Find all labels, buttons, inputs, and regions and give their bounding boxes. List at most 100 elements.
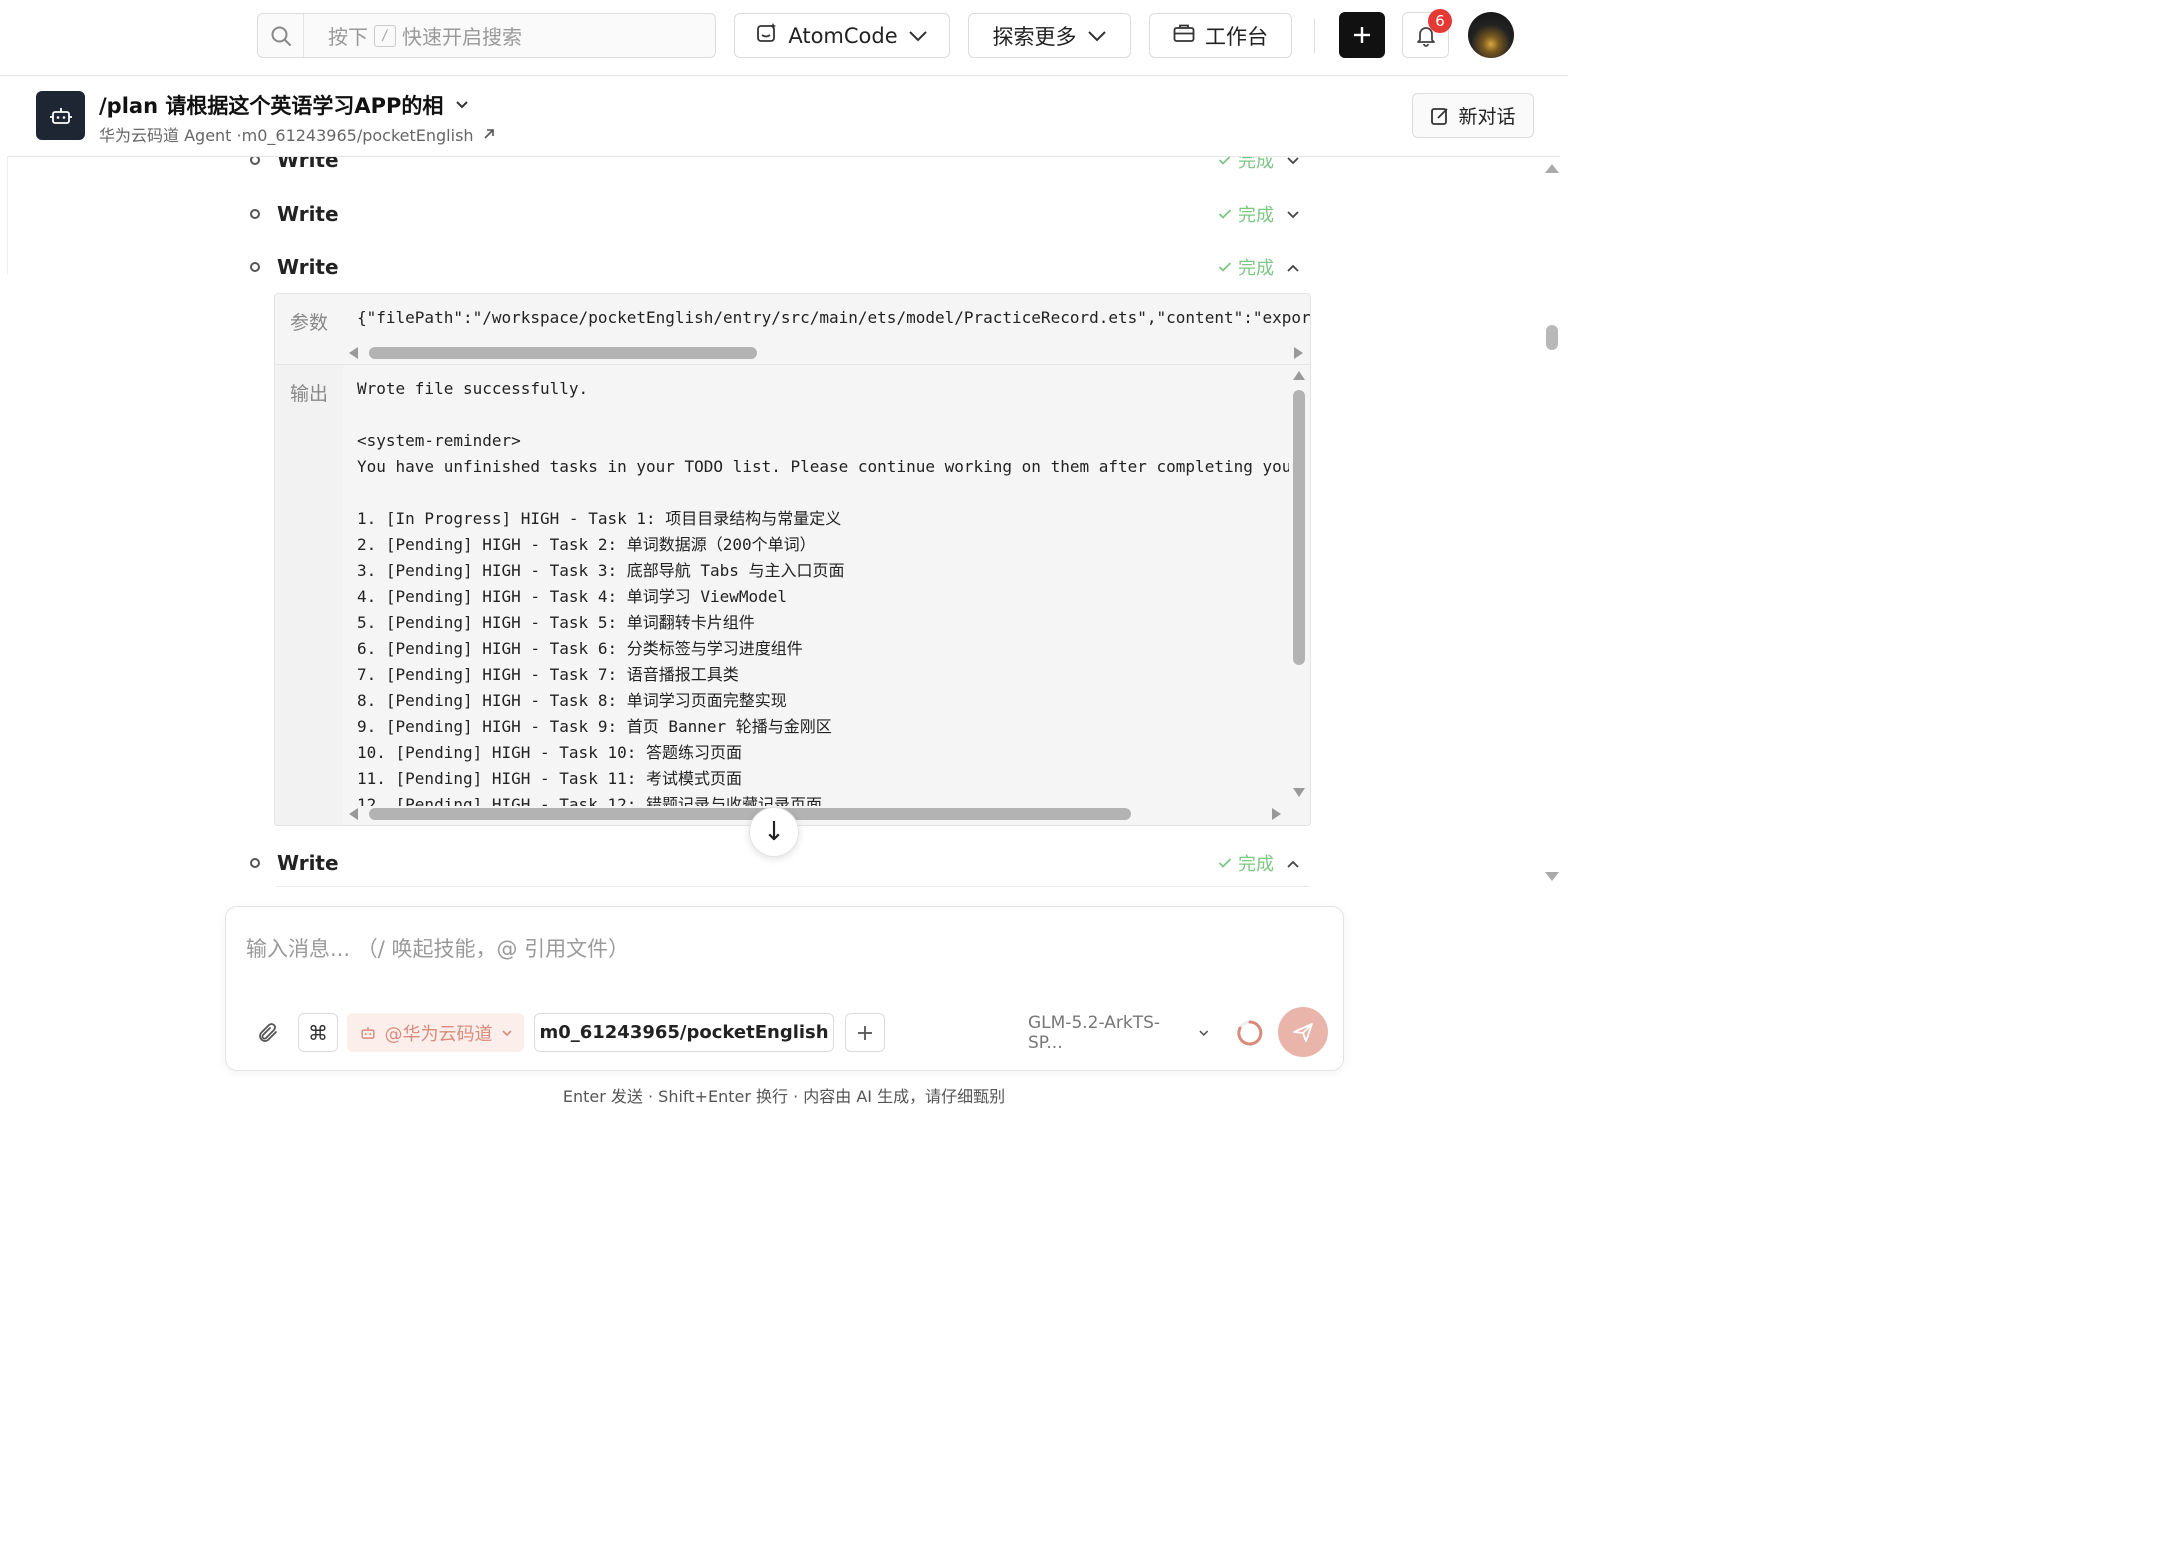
output-line: 5. [Pending] HIGH - Task 5: 单词翻转卡片组件 xyxy=(357,613,755,632)
step-status: 完成 xyxy=(1218,201,1274,227)
output-line: Wrote file successfully. xyxy=(357,379,589,398)
step-status-label: 完成 xyxy=(1238,258,1274,279)
scroll-right-arrow[interactable] xyxy=(1294,347,1303,359)
plus-icon xyxy=(858,1025,872,1040)
atomcode-dropdown[interactable]: AtomCode xyxy=(734,13,950,58)
robot-icon xyxy=(36,91,85,140)
search-placeholder-suffix: 快速开启搜索 xyxy=(402,25,522,49)
output-vertical-scrollbar[interactable] xyxy=(1293,390,1305,665)
chevron-down-icon xyxy=(501,1029,512,1036)
workbench-label: 工作台 xyxy=(1205,24,1268,49)
conversation-subtitle[interactable]: 华为云码道 Agent ·m0_61243965/pocketEnglish xyxy=(99,122,496,146)
user-avatar[interactable] xyxy=(1468,12,1514,58)
params-value: {"filePath":"/workspace/pocketEnglish/en… xyxy=(357,308,1311,327)
tool-step[interactable]: Write 完成 xyxy=(250,247,1310,287)
model-selector[interactable]: GLM-5.2-ArkTS-SP... xyxy=(1028,1012,1210,1053)
conversation-title[interactable]: /plan 请根据这个英语学习APP的相 xyxy=(99,90,469,120)
send-icon xyxy=(1293,1023,1313,1042)
conversation-header: /plan 请根据这个英语学习APP的相 华为云码道 Agent ·m0_612… xyxy=(7,77,1560,157)
search-placeholder: 按下 / 快速开启搜索 xyxy=(328,21,522,50)
check-icon xyxy=(1218,209,1232,219)
tool-step[interactable]: Write 完成 xyxy=(250,157,1310,180)
chevron-up-icon[interactable] xyxy=(1286,258,1300,277)
add-context-button[interactable] xyxy=(845,1013,885,1052)
scroll-left-arrow[interactable] xyxy=(349,808,358,820)
model-label: GLM-5.2-ArkTS-SP... xyxy=(1028,1012,1161,1053)
output-text: Wrote file successfully. <system-reminde… xyxy=(357,376,1289,806)
chevron-up-icon[interactable] xyxy=(1286,854,1300,873)
output-horizontal-scrollbar[interactable] xyxy=(369,808,1131,820)
paperclip-icon xyxy=(259,1022,277,1042)
explore-more-label: 探索更多 xyxy=(992,24,1077,49)
step-bullet xyxy=(250,209,260,219)
agent-selector[interactable]: @华为云码道 xyxy=(347,1013,524,1052)
check-icon xyxy=(1218,858,1232,868)
check-icon xyxy=(1218,262,1232,272)
output-line: 1. [In Progress] HIGH - Task 1: 项目目录结构与常… xyxy=(357,509,842,528)
output-label: 输出 xyxy=(289,383,328,405)
output-line: 11. [Pending] HIGH - Task 11: 考试模式页面 xyxy=(357,769,742,788)
output-line: 2. [Pending] HIGH - Task 2: 单词数据源（200个单词… xyxy=(357,535,816,554)
search-placeholder-prefix: 按下 xyxy=(328,25,368,49)
output-line: 7. [Pending] HIGH - Task 7: 语音播报工具类 xyxy=(357,665,739,684)
chevron-down-icon xyxy=(908,24,928,48)
robot-icon xyxy=(360,1026,375,1039)
page-scroll-down-arrow[interactable] xyxy=(1545,872,1559,881)
explore-more-dropdown[interactable]: 探索更多 xyxy=(968,13,1131,58)
search-shortcut-key: / xyxy=(374,24,396,47)
step-status-label: 完成 xyxy=(1238,157,1274,172)
message-composer[interactable]: 输入消息... （/ 唤起技能，@ 引用文件） ⌘ @华为云码道 m0_6124… xyxy=(225,906,1344,1071)
repo-selector[interactable]: m0_61243965/pocketEnglish xyxy=(534,1013,834,1052)
output-line: 6. [Pending] HIGH - Task 6: 分类标签与学习进度组件 xyxy=(357,639,803,658)
chevron-down-icon[interactable] xyxy=(1286,157,1300,170)
attach-button[interactable] xyxy=(248,1013,288,1052)
step-name: Write xyxy=(277,255,339,279)
step-status: 完成 xyxy=(1218,254,1274,280)
send-button[interactable] xyxy=(1278,1007,1328,1057)
repo-link-text: 华为云码道 Agent ·m0_61243965/pocketEnglish xyxy=(99,126,474,145)
step-bullet xyxy=(250,157,260,165)
page-scroll-up-arrow[interactable] xyxy=(1545,164,1559,173)
output-line: 12. [Pending] HIGH - Task 12: 错题记录与收藏记录页… xyxy=(357,795,822,806)
step-bullet xyxy=(250,262,260,272)
message-input[interactable]: 输入消息... （/ 唤起技能，@ 引用文件） xyxy=(246,933,629,963)
search-icon xyxy=(258,14,304,57)
step-status-label: 完成 xyxy=(1238,205,1274,226)
briefcase-icon xyxy=(1173,23,1195,48)
message-stream: Write 完成 Write 完成 Write 完成 参数 {"filePath… xyxy=(0,157,1540,897)
output-line: 9. [Pending] HIGH - Task 9: 首页 Banner 轮播… xyxy=(357,717,832,736)
arrow-down-icon: ↓ xyxy=(763,817,785,847)
output-line: You have unfinished tasks in your TODO l… xyxy=(357,457,1289,476)
chevron-down-icon xyxy=(1087,24,1107,48)
output-line: 10. [Pending] HIGH - Task 10: 答题练习页面 xyxy=(357,743,742,762)
scroll-up-arrow[interactable] xyxy=(1293,371,1305,380)
page-scrollbar-thumb[interactable] xyxy=(1546,325,1558,350)
agent-label: @华为云码道 xyxy=(384,1023,493,1045)
loading-spinner-icon xyxy=(1231,1013,1269,1052)
workbench-button[interactable]: 工作台 xyxy=(1149,13,1292,58)
check-icon xyxy=(1218,157,1231,165)
step-name: Write xyxy=(277,851,339,875)
skills-button[interactable]: ⌘ xyxy=(298,1013,338,1052)
footer-hint: Enter 发送 · Shift+Enter 换行 · 内容由 AI 生成，请仔… xyxy=(562,1087,1006,1106)
scroll-down-arrow[interactable] xyxy=(1293,788,1305,797)
output-line: 4. [Pending] HIGH - Task 4: 单词学习 ViewMod… xyxy=(357,587,788,606)
notification-badge: 6 xyxy=(1428,9,1452,33)
top-navigation-bar: 按下 / 快速开启搜索 AtomCode 探索更多 工作台 6 xyxy=(0,0,1568,76)
tool-call-detail: 参数 {"filePath":"/workspace/pocketEnglish… xyxy=(274,293,1311,826)
step-name: Write xyxy=(277,202,339,226)
scroll-to-bottom-button[interactable]: ↓ xyxy=(749,807,799,857)
output-line: 3. [Pending] HIGH - Task 3: 底部导航 Tabs 与主… xyxy=(357,561,845,580)
params-horizontal-scrollbar[interactable] xyxy=(369,347,757,359)
create-button[interactable] xyxy=(1339,12,1385,58)
search-box[interactable]: 按下 / 快速开启搜索 xyxy=(257,13,716,58)
new-chat-label: 新对话 xyxy=(1458,106,1516,128)
output-label-column xyxy=(275,365,343,825)
scroll-right-arrow[interactable] xyxy=(1272,808,1281,820)
divider xyxy=(275,364,1310,365)
scroll-left-arrow[interactable] xyxy=(349,347,358,359)
tool-step[interactable]: Write 完成 xyxy=(250,194,1310,234)
chevron-down-icon[interactable] xyxy=(1286,205,1300,224)
new-chat-button[interactable]: 新对话 xyxy=(1412,93,1534,138)
